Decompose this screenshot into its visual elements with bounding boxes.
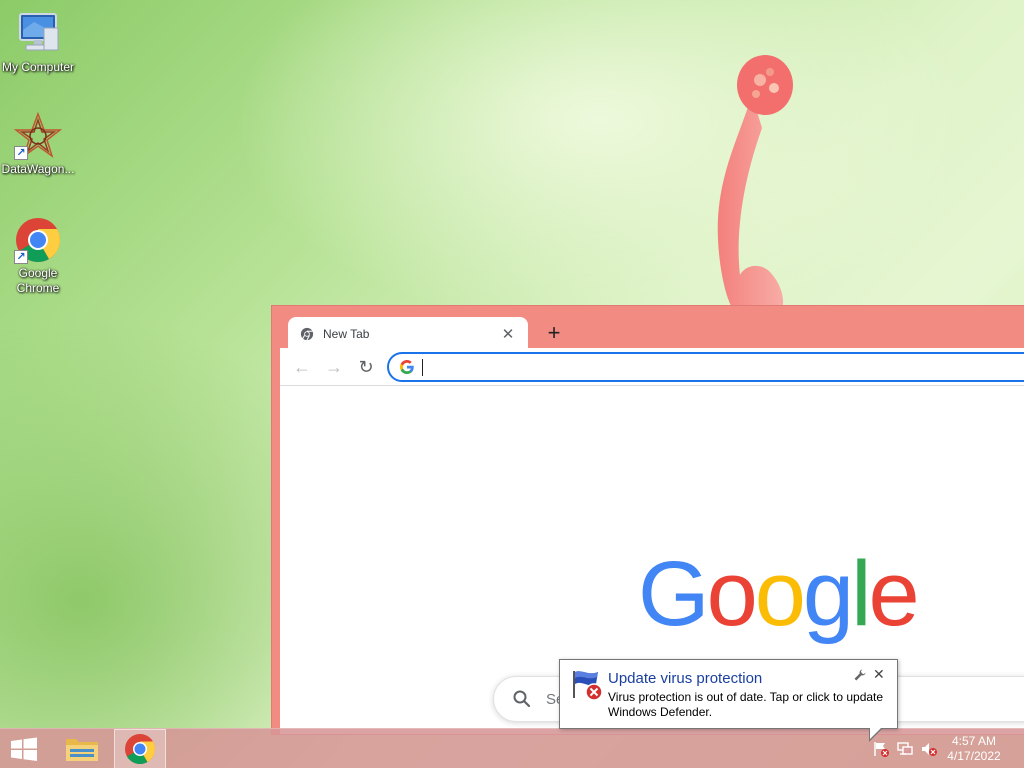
- clock-time: 4:57 AM: [951, 734, 997, 748]
- logo-letter: e: [868, 543, 920, 645]
- windows-logo-icon: [11, 737, 37, 761]
- google-g-icon: [399, 360, 414, 374]
- logo-letter: g: [802, 543, 854, 645]
- desktop-icon-datawagon[interactable]: ↗ DataWagon...: [0, 111, 76, 177]
- notification-close-button[interactable]: ✕: [873, 666, 885, 683]
- network-icon[interactable]: [896, 741, 914, 757]
- tab-new-tab[interactable]: New Tab ✕: [288, 317, 528, 351]
- logo-letter: o: [706, 543, 758, 645]
- browser-toolbar: ← → ↻: [280, 348, 1024, 386]
- tab-title: New Tab: [323, 327, 370, 341]
- address-input[interactable]: [421, 357, 921, 377]
- address-bar[interactable]: [387, 352, 1024, 382]
- wallpaper-flower: [717, 55, 793, 310]
- logo-letter: G: [638, 543, 710, 645]
- desktop-icon-label: Google Chrome: [16, 266, 60, 295]
- action-center-flag-icon[interactable]: [872, 741, 890, 757]
- taskbar-clock[interactable]: 4:57 AM 4/17/2022: [944, 734, 1004, 764]
- forward-button[interactable]: →: [322, 356, 346, 378]
- logo-letter: l: [851, 543, 872, 645]
- notification-title: Update virus protection: [608, 670, 763, 687]
- security-flag-icon: [573, 671, 603, 701]
- wrench-icon[interactable]: [853, 668, 867, 682]
- chrome-icon: ↗: [14, 216, 62, 264]
- desktop-icon-label: My Computer: [1, 60, 75, 74]
- computer-icon: [14, 10, 62, 58]
- desktop-icon-label: DataWagon...: [1, 162, 75, 176]
- shortcut-arrow-icon: ↗: [14, 250, 28, 264]
- chrome-icon: [125, 734, 156, 765]
- search-icon: [513, 690, 531, 708]
- new-tab-button[interactable]: +: [540, 320, 568, 348]
- notification-balloon[interactable]: Update virus protection Virus protection…: [559, 659, 898, 742]
- desktop-icon-google-chrome[interactable]: ↗ Google Chrome: [0, 216, 76, 296]
- clock-date: 4/17/2022: [947, 749, 1001, 763]
- datawagon-icon: ↗: [13, 111, 63, 160]
- start-button[interactable]: [0, 729, 48, 768]
- balloon-tail-fill: [870, 727, 882, 739]
- volume-muted-icon[interactable]: [920, 741, 938, 757]
- folder-icon: [66, 739, 98, 761]
- logo-letter: o: [754, 543, 806, 645]
- notification-body: Virus protection is out of date. Tap or …: [608, 690, 884, 719]
- shortcut-arrow-icon: ↗: [14, 146, 28, 160]
- taskbar-file-explorer[interactable]: [56, 729, 108, 768]
- reload-button[interactable]: ↻: [354, 356, 378, 378]
- chrome-favicon-icon: [300, 327, 314, 341]
- text-caret: [422, 359, 423, 376]
- desktop-icon-my-computer[interactable]: My Computer: [0, 10, 76, 75]
- tab-close-icon[interactable]: ✕: [500, 325, 516, 343]
- google-logo: Google: [638, 543, 920, 645]
- back-button[interactable]: ←: [290, 356, 314, 378]
- taskbar-google-chrome[interactable]: [114, 729, 166, 768]
